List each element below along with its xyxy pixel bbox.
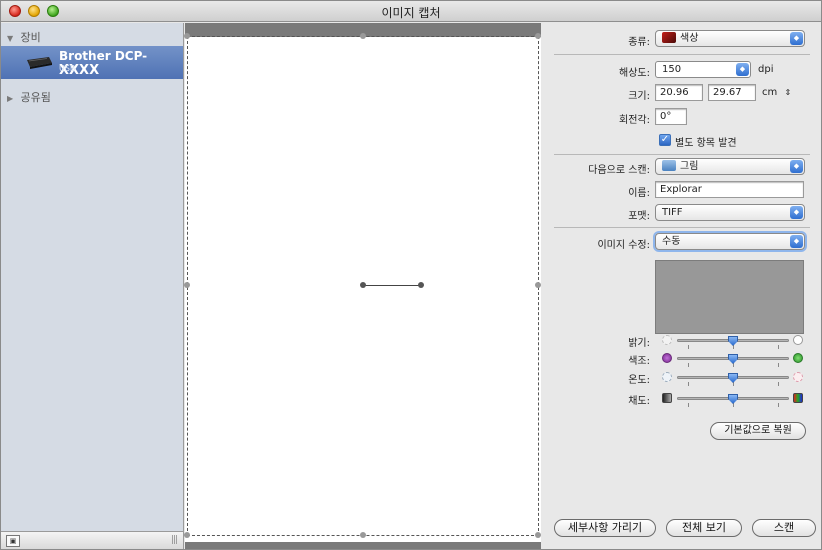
disclosure-open-icon: ▼	[7, 34, 14, 43]
slider-thumb[interactable]	[728, 336, 738, 346]
scan-button[interactable]: 스캔	[752, 519, 816, 537]
slider-label: 색조:	[628, 356, 650, 367]
disclosure-closed-icon: ▶	[7, 94, 14, 103]
device-connection: USB	[59, 64, 76, 73]
slider-label: 밝기:	[628, 338, 650, 349]
purple-circle-icon	[662, 353, 672, 363]
overview-button[interactable]: 전체 보기	[666, 519, 742, 537]
size-width-field[interactable]: 20.96	[655, 84, 703, 101]
hide-details-button[interactable]: 세부사항 가리기	[554, 519, 656, 537]
devices-section-header[interactable]: ▼ 장비	[7, 29, 41, 45]
sidebar: ▼ 장비 Brother DCP-XXXX USB ▶ 공유됨	[1, 23, 184, 531]
format-label: 포맷:	[628, 211, 650, 222]
separator	[554, 154, 810, 155]
selection-handle[interactable]	[184, 532, 190, 538]
slider-label: 온도:	[628, 375, 650, 386]
selection-handle[interactable]	[360, 33, 366, 39]
size-label: 크기:	[628, 91, 650, 102]
selection-handle[interactable]	[535, 532, 541, 538]
resolution-label: 해상도:	[619, 68, 650, 79]
selection-handle[interactable]	[535, 282, 541, 288]
folder-icon	[662, 160, 676, 171]
sun-dim-icon	[662, 335, 672, 345]
scan-preview-area[interactable]	[184, 23, 541, 549]
slider-thumb[interactable]	[728, 394, 738, 404]
resolution-combobox[interactable]: 150 ◆	[655, 61, 751, 78]
sidebar-bottom-bar: ▣ |||	[1, 531, 184, 549]
color-icon	[793, 393, 803, 403]
slider-tick	[688, 382, 689, 386]
scan-settings-panel: 종류: 색상 ◆ 해상도: 150 ◆ dpi 크기: 20.96 29.67 …	[542, 23, 821, 549]
rotation-label: 회전각:	[619, 115, 650, 126]
image-capture-window: 이미지 캡처 ▼ 장비 Brother DCP-XXXX USB ▶ 공유됨 ▣…	[0, 0, 822, 550]
detect-separate-checkbox[interactable]: ✓	[659, 134, 671, 146]
unit-arrows-icon: ⇕	[784, 88, 792, 97]
popup-arrows-icon: ◆	[790, 160, 803, 173]
popup-arrows-icon: ◆	[790, 235, 803, 248]
scan-to-popup[interactable]: 그림 ◆	[655, 158, 805, 175]
slider-tick	[688, 345, 689, 349]
name-label: 이름:	[628, 188, 650, 199]
scan-to-label: 다음으로 스캔:	[588, 165, 650, 176]
warm-sun-icon	[793, 372, 803, 382]
green-circle-icon	[793, 353, 803, 363]
popup-arrows-icon: ◆	[736, 63, 749, 76]
selection-handle[interactable]	[360, 532, 366, 538]
sun-bright-icon	[793, 335, 803, 345]
slider-tick	[778, 403, 779, 407]
title-bar: 이미지 캡처	[1, 1, 821, 22]
devices-header-label: 장비	[20, 31, 41, 44]
device-name: Brother DCP-XXXX	[59, 49, 148, 78]
format-popup[interactable]: TIFF ◆	[655, 204, 805, 221]
image-correction-label: 이미지 수정:	[597, 240, 650, 251]
slider-tick	[778, 345, 779, 349]
size-unit-popup[interactable]: cm ⇕	[762, 87, 791, 98]
window-title: 이미지 캡처	[381, 6, 441, 20]
popup-arrows-icon: ◆	[790, 32, 803, 45]
rotation-field[interactable]: 0°	[655, 108, 687, 125]
rotation-handle[interactable]	[418, 282, 424, 288]
sidebar-item-scanner[interactable]: Brother DCP-XXXX USB	[1, 46, 183, 79]
scanner-icon	[27, 57, 52, 69]
slider-tick	[688, 403, 689, 407]
shared-header-label: 공유됨	[20, 91, 51, 104]
rotation-handle-line	[363, 285, 421, 286]
slider-tick	[778, 363, 779, 367]
kind-popup[interactable]: 색상 ◆	[655, 30, 805, 47]
image-correction-popup[interactable]: 수동 ◆	[655, 233, 805, 250]
scan-preview-paper	[185, 37, 541, 542]
slider-tick	[688, 363, 689, 367]
slider-tick	[778, 382, 779, 386]
restore-defaults-button[interactable]: 기본값으로 복원	[710, 422, 806, 440]
histogram-display	[655, 260, 804, 334]
shared-section-header[interactable]: ▶ 공유됨	[7, 89, 51, 105]
cool-sun-icon	[662, 372, 672, 382]
selection-handle[interactable]	[184, 33, 190, 39]
slider-thumb[interactable]	[728, 354, 738, 364]
grayscale-icon	[662, 393, 672, 403]
kind-label: 종류:	[628, 37, 650, 48]
sidebar-action-icon[interactable]: ▣	[6, 535, 20, 547]
resolution-unit: dpi	[758, 64, 774, 75]
separator	[554, 227, 810, 228]
size-height-field[interactable]: 29.67	[708, 84, 756, 101]
rotation-center-dot	[360, 282, 366, 288]
slider-label: 채도:	[628, 396, 650, 407]
resize-grip-icon[interactable]: |||	[171, 535, 179, 547]
slider-thumb[interactable]	[728, 373, 738, 383]
selection-handle[interactable]	[184, 282, 190, 288]
separator	[554, 54, 810, 55]
name-field[interactable]: Explorar	[655, 181, 804, 198]
selection-handle[interactable]	[535, 33, 541, 39]
color-photo-icon	[662, 32, 676, 43]
detect-separate-label: 별도 항목 발견	[675, 138, 737, 149]
popup-arrows-icon: ◆	[790, 206, 803, 219]
